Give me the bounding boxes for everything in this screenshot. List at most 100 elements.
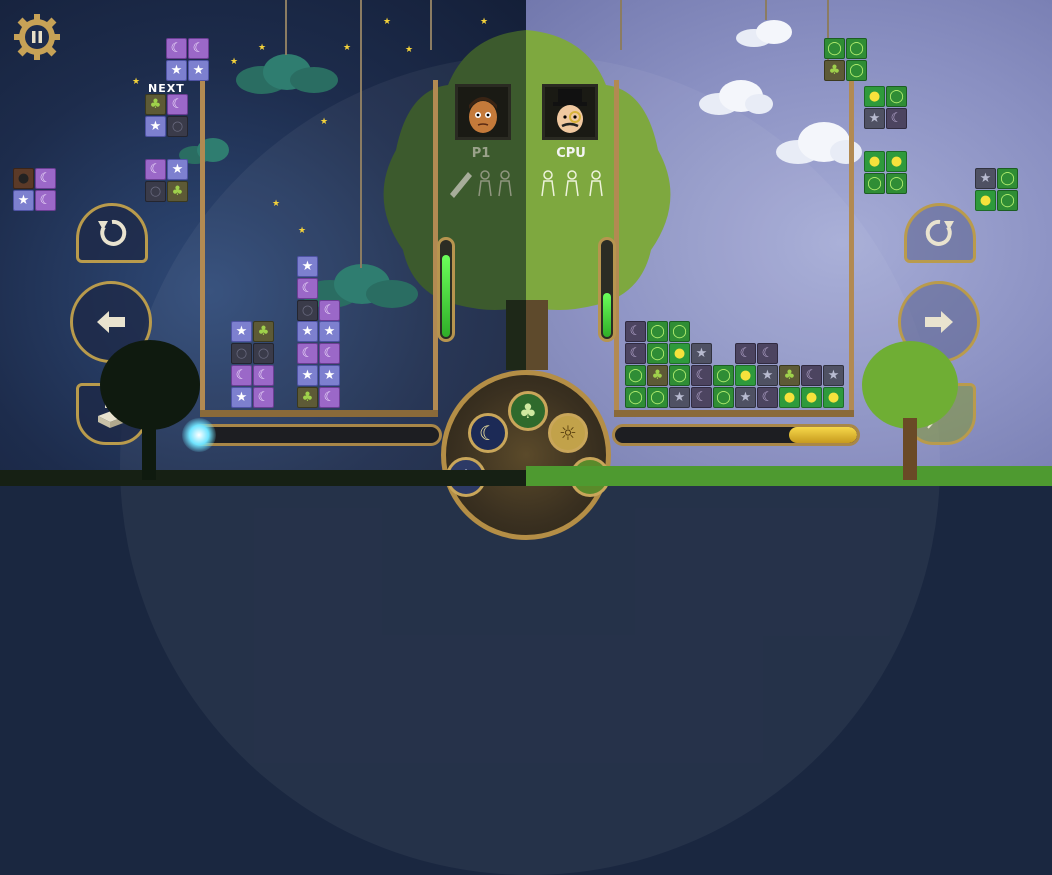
gem-star: ★ (864, 108, 885, 129)
gem-star: ★ (319, 321, 340, 342)
moon-power-slot[interactable]: ☾ (468, 413, 508, 453)
gem-moon: ☾ (167, 94, 188, 115)
gem-ring: ◯ (647, 321, 668, 342)
gem-moon: ☾ (625, 321, 646, 342)
gem-star: ★ (167, 159, 188, 180)
gem-moon: ☾ (253, 365, 274, 386)
gem-moon: ☾ (319, 387, 340, 408)
gem-moon: ☾ (886, 108, 907, 129)
cpu-attack-charge (789, 427, 857, 443)
power-selector-hub: ☾ ♣ ☼ ❄ ✿ (441, 370, 611, 540)
gem-star: ★ (735, 387, 756, 408)
gem-leaf: ♣ (824, 60, 845, 81)
cpu-power-meter (598, 237, 616, 342)
gem-ring: ◯ (846, 38, 867, 59)
gem-moon: ☾ (297, 343, 318, 364)
gem-moon: ☾ (188, 38, 209, 59)
gem-sun: ● (823, 387, 844, 408)
gem-moon: ☾ (757, 343, 778, 364)
leaf-power-slot[interactable]: ♣ (508, 391, 548, 431)
gem-sun: ● (735, 365, 756, 386)
gem-moon: ☾ (297, 278, 318, 299)
player1-label: P1 (471, 146, 491, 161)
gem-star: ★ (975, 168, 996, 189)
gem-star: ★ (757, 365, 778, 386)
gem-ring: ◯ (669, 321, 690, 342)
player1-power-fill (442, 254, 450, 337)
gem-ring: ◯ (824, 38, 845, 59)
gem-moon: ☾ (166, 38, 187, 59)
sun-power-slot[interactable]: ☼ (548, 413, 588, 453)
gem-star: ★ (231, 387, 252, 408)
gem-ring: ◯ (713, 387, 734, 408)
night-tree-silhouette (100, 340, 200, 480)
gem-sun: ● (886, 151, 907, 172)
gem-moon: ☾ (735, 343, 756, 364)
gem-moon: ☾ (691, 365, 712, 386)
player1-lives-icon (450, 170, 512, 198)
gem-ring: ◯ (625, 365, 646, 386)
gem-sun: ● (864, 86, 885, 107)
gem-leaf: ♣ (297, 387, 318, 408)
gem-empty: ○ (167, 116, 188, 137)
gem-ring: ◯ (997, 168, 1018, 189)
gem-moon: ☾ (231, 365, 252, 386)
gem-star: ★ (188, 60, 209, 81)
gem-ring: ◯ (647, 343, 668, 364)
gem-moon: ☾ (625, 343, 646, 364)
gem-leaf: ♣ (647, 365, 668, 386)
gem-moon: ☾ (35, 190, 56, 211)
gem-ring: ◯ (669, 365, 690, 386)
gem-leaf: ♣ (253, 321, 274, 342)
gem-moon: ☾ (757, 387, 778, 408)
gem-ring: ◯ (625, 387, 646, 408)
cpu-attack-bar (612, 424, 860, 446)
gem-ring: ◯ (713, 365, 734, 386)
gem-moon: ☾ (319, 300, 340, 321)
rope (765, 0, 767, 20)
rope (285, 0, 287, 55)
gem-star: ★ (691, 343, 712, 364)
player1-board-floor (200, 410, 438, 417)
gem-empty: ○ (253, 343, 274, 364)
cpu-board-floor (614, 410, 854, 417)
gem-star: ★ (166, 60, 187, 81)
gem-empty: ○ (145, 181, 166, 202)
gem-empty: ○ (297, 300, 318, 321)
cpu-lives-icon (541, 170, 603, 197)
cloud-right-top (736, 20, 792, 47)
pause-button[interactable] (12, 12, 62, 62)
cpu-power-fill (603, 293, 611, 337)
gem-ring: ◯ (647, 387, 668, 408)
pause-gear-icon (14, 14, 60, 60)
cpu-label: CPU (556, 146, 586, 161)
gem-star: ★ (297, 365, 318, 386)
night-ground (0, 470, 526, 486)
gem-ring: ◯ (886, 173, 907, 194)
gem-leaf: ♣ (145, 94, 166, 115)
gem-sun: ● (669, 343, 690, 364)
gem-star: ★ (297, 256, 318, 277)
gem-star: ★ (319, 365, 340, 386)
cpu-avatar (542, 84, 598, 140)
gem-moon: ☾ (253, 387, 274, 408)
player1-power-meter (437, 237, 455, 342)
gem-moon: ☾ (35, 168, 56, 189)
gem-star: ★ (13, 190, 34, 211)
gem-moon: ☾ (145, 159, 166, 180)
gem-leaf: ♣ (167, 181, 188, 202)
rotate-icon (925, 219, 954, 246)
gem-ring: ◯ (864, 173, 885, 194)
gem-moon: ☾ (691, 387, 712, 408)
gem-sun: ● (975, 190, 996, 211)
gem-ring: ◯ (886, 86, 907, 107)
gem-star: ★ (823, 365, 844, 386)
rotate-icon (98, 219, 127, 246)
gem-sun: ● (801, 387, 822, 408)
gem-star: ★ (145, 116, 166, 137)
gem-empty: ○ (231, 343, 252, 364)
day-tree (862, 341, 958, 480)
gem-leaf: ♣ (779, 365, 800, 386)
gem-sun: ● (864, 151, 885, 172)
gem-ring: ◯ (846, 60, 867, 81)
